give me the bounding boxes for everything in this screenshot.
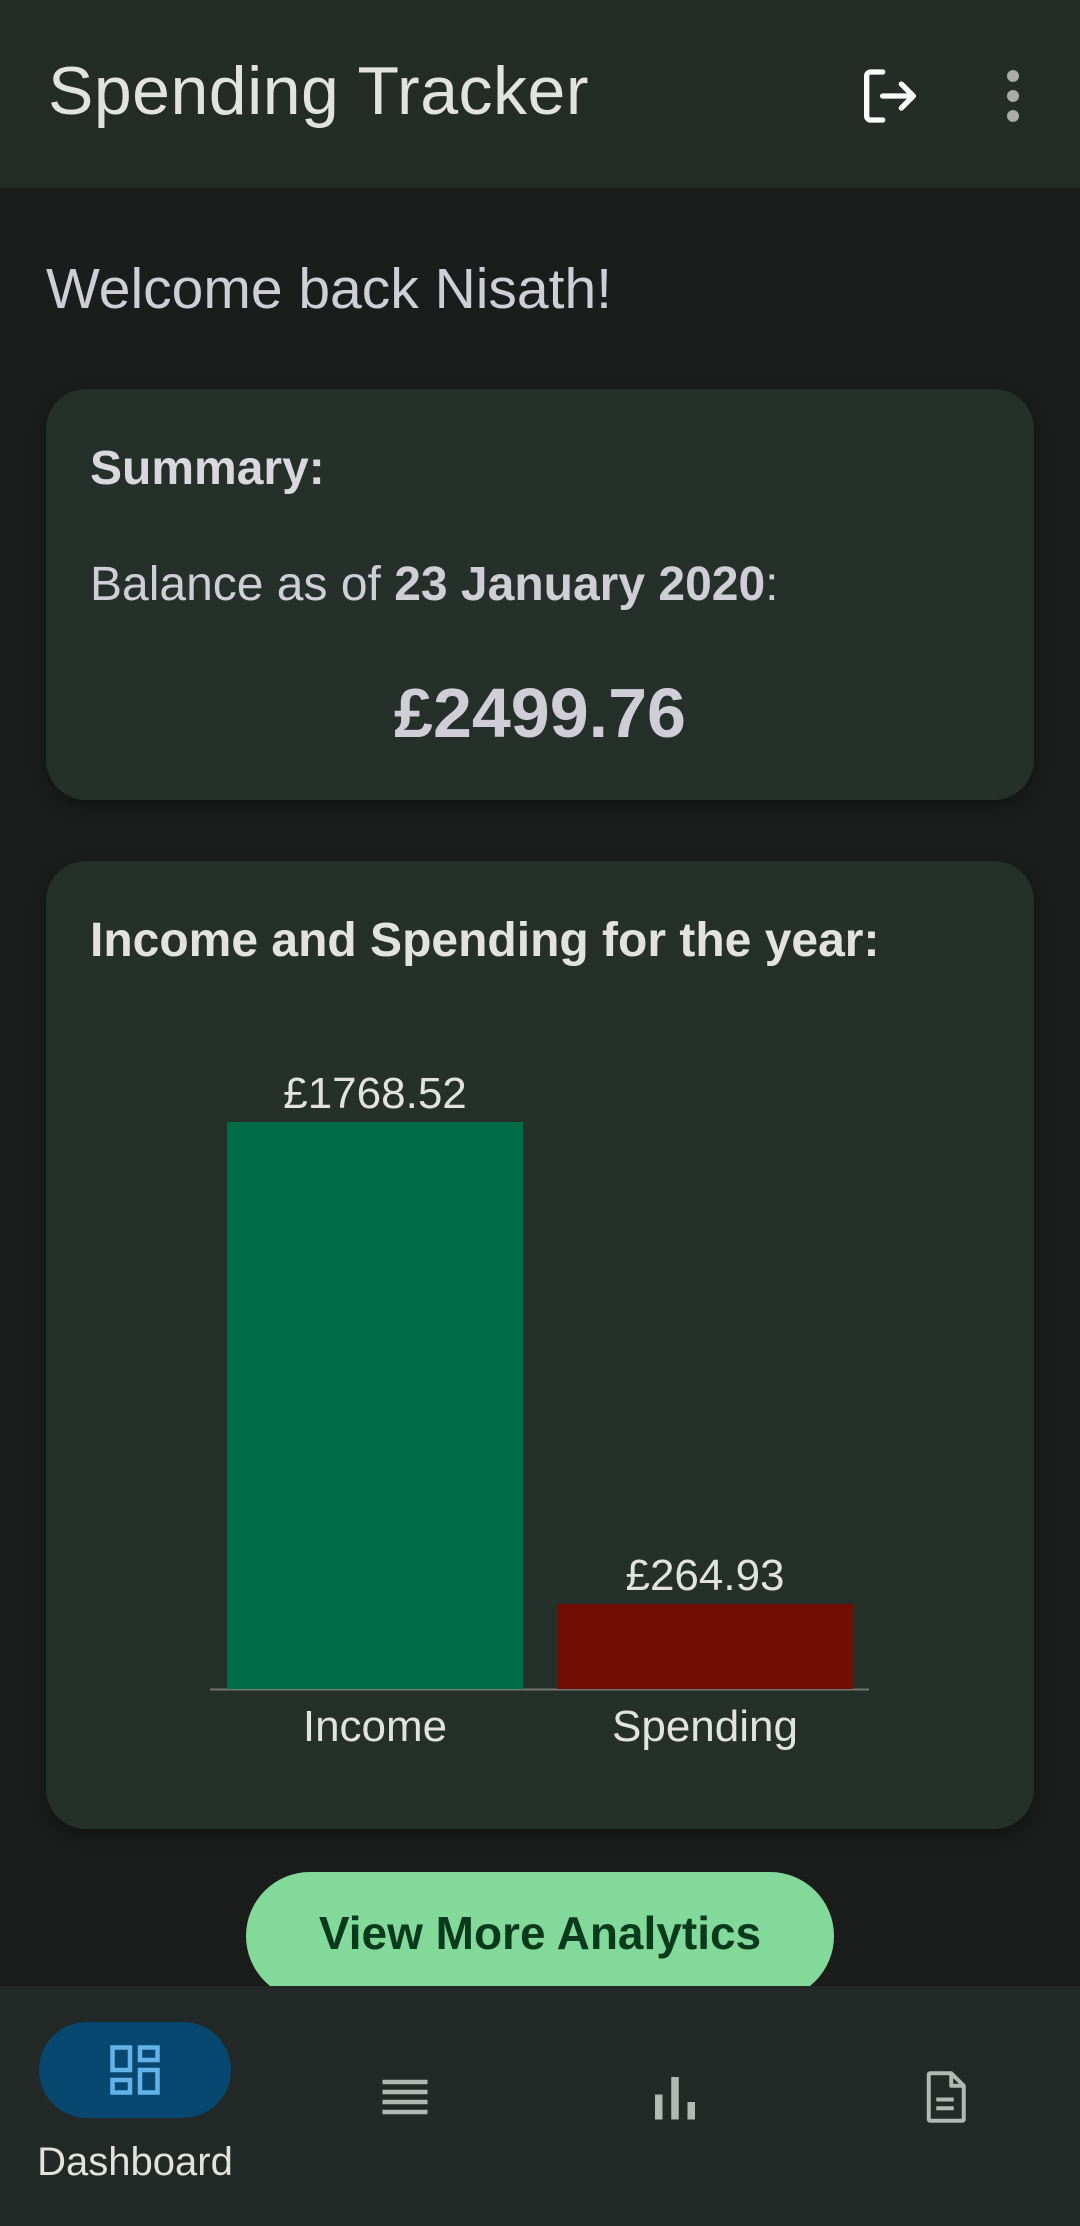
more-vert-icon: [1007, 70, 1019, 122]
nav-item-analytics[interactable]: [540, 1986, 810, 2226]
chart-category-label: Income: [303, 1702, 447, 1751]
app-bar: Spending Tracker: [0, 0, 1080, 188]
nav-item-dashboard[interactable]: Dashboard: [0, 1986, 270, 2226]
nav-item-transactions[interactable]: [270, 1986, 540, 2226]
nav-active-indicator: [39, 2022, 231, 2118]
balance-line: Balance as of 23 January 2020:: [90, 557, 779, 612]
chart-bar-income: [227, 1122, 523, 1689]
nav-item-reports[interactable]: [810, 1986, 1080, 2226]
income-spending-chart: £1768.52 Income £264.93 Spending: [210, 1069, 869, 1751]
balance-prefix: Balance as of: [90, 558, 395, 611]
summary-heading: Summary:: [90, 442, 325, 495]
income-spending-card: Income and Spending for the year: £1768.…: [46, 861, 1034, 1829]
app-title: Spending Tracker: [48, 53, 589, 129]
balance-suffix: :: [765, 558, 779, 611]
list-icon: [382, 2079, 428, 2115]
balance-date: 23 January 2020: [394, 558, 766, 611]
chart-bar-spending: [557, 1604, 853, 1689]
balance-amount: £2499.76: [394, 674, 686, 752]
chart-value-label: £264.93: [625, 1551, 784, 1600]
chart-category-label: Spending: [612, 1702, 798, 1751]
nav-label-dashboard: Dashboard: [37, 2140, 233, 2184]
document-icon: [926, 2071, 966, 2123]
bar-chart-icon: [655, 2077, 695, 2120]
welcome-message: Welcome back Nisath!: [46, 257, 612, 321]
dashboard-icon: [110, 2045, 160, 2095]
summary-card: Summary: Balance as of 23 January 2020: …: [46, 389, 1034, 800]
chart-value-label: £1768.52: [283, 1069, 467, 1118]
logout-icon: [864, 69, 916, 123]
view-more-analytics-button[interactable]: View More Analytics: [246, 1872, 834, 2000]
more-options-button[interactable]: [980, 54, 1046, 138]
logout-button[interactable]: [846, 54, 930, 138]
bottom-navigation: Dashboard: [0, 1986, 1080, 2226]
